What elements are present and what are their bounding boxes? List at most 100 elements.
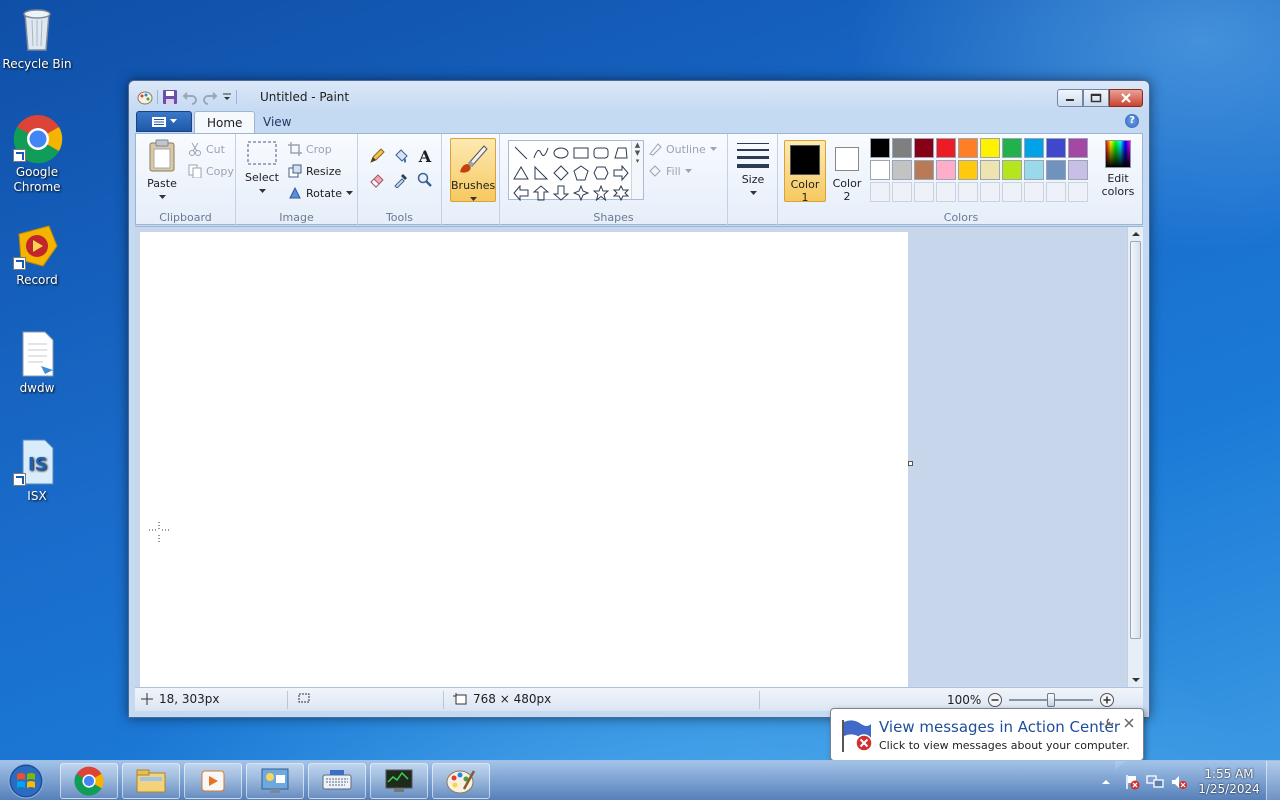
maximize-button[interactable] [1083, 89, 1109, 107]
palette-swatch[interactable] [870, 160, 890, 180]
vertical-scrollbar[interactable] [1127, 227, 1143, 687]
up-arrow-shape-icon[interactable] [531, 183, 551, 203]
palette-swatch[interactable] [1002, 138, 1022, 158]
size-button[interactable]: Size [732, 140, 774, 199]
custom-color-slot[interactable] [936, 182, 956, 202]
crop-button[interactable]: Crop [288, 140, 332, 158]
paste-button[interactable]: Paste [142, 138, 182, 203]
action-center-notification[interactable]: View messages in Action Center Click to … [830, 708, 1144, 770]
oval-shape-icon[interactable] [551, 143, 571, 163]
taskbar-task-manager-button[interactable] [370, 763, 428, 799]
taskbar-paint-button[interactable] [432, 763, 490, 799]
taskbar-media-player-button[interactable] [184, 763, 242, 799]
show-hidden-icons-chevron-icon[interactable] [1101, 777, 1111, 787]
taskbar-onscreen-keyboard-button[interactable] [308, 763, 366, 799]
action-center-tray-icon[interactable] [1124, 774, 1140, 790]
scroll-up-icon[interactable] [1129, 229, 1143, 239]
desktop-icon-google-chrome[interactable]: Google Chrome [0, 114, 74, 195]
zoom-out-icon[interactable] [987, 692, 1003, 708]
pentagon-shape-icon[interactable] [571, 163, 591, 183]
magnifier-button[interactable] [414, 170, 436, 190]
desktop-icon-isx[interactable]: IS ISX [0, 438, 74, 504]
color1-button[interactable]: Color 1 [784, 140, 826, 204]
line-shape-icon[interactable] [511, 143, 531, 163]
desktop-icon-dwdw[interactable]: dwdw [0, 330, 74, 396]
zoom-slider-thumb[interactable] [1047, 693, 1056, 707]
right-triangle-shape-icon[interactable] [531, 163, 551, 183]
down-arrow-shape-icon[interactable] [551, 183, 571, 203]
network-icon[interactable] [1146, 774, 1164, 790]
rotate-button[interactable]: Rotate [288, 184, 354, 202]
pencil-tool-button[interactable] [366, 146, 388, 166]
palette-swatch[interactable] [892, 160, 912, 180]
custom-color-slot[interactable] [1024, 182, 1044, 202]
custom-color-slot[interactable] [1046, 182, 1066, 202]
fill-tool-button[interactable] [390, 146, 412, 166]
taskbar-chrome-button[interactable] [60, 763, 118, 799]
resize-button[interactable]: Resize [288, 162, 341, 180]
taskbar-control-panel-button[interactable] [246, 763, 304, 799]
tab-view[interactable]: View [251, 111, 303, 133]
color2-button[interactable]: Color 2 [826, 140, 868, 203]
redo-icon[interactable] [202, 89, 218, 105]
hexagon-shape-icon[interactable] [591, 163, 611, 183]
polygon-shape-icon[interactable] [611, 143, 631, 163]
custom-color-slot[interactable] [958, 182, 978, 202]
zoom-in-icon[interactable] [1099, 692, 1115, 708]
outline-button[interactable]: Outline [648, 140, 717, 158]
left-arrow-shape-icon[interactable] [511, 183, 531, 203]
triangle-shape-icon[interactable] [511, 163, 531, 183]
palette-swatch[interactable] [1024, 138, 1044, 158]
scroll-down-icon[interactable] [1129, 675, 1143, 685]
custom-color-slot[interactable] [1002, 182, 1022, 202]
palette-swatch[interactable] [980, 138, 1000, 158]
palette-swatch[interactable] [936, 160, 956, 180]
custom-color-slot[interactable] [870, 182, 890, 202]
close-button[interactable] [1109, 89, 1143, 107]
four-point-star-shape-icon[interactable] [571, 183, 591, 203]
palette-swatch[interactable] [1024, 160, 1044, 180]
palette-swatch[interactable] [958, 160, 978, 180]
cut-button[interactable]: Cut [188, 140, 225, 158]
customize-qat-chevron-icon[interactable] [222, 89, 232, 105]
wrench-icon[interactable] [1103, 717, 1115, 729]
palette-swatch[interactable] [980, 160, 1000, 180]
palette-swatch[interactable] [914, 138, 934, 158]
five-point-star-shape-icon[interactable] [591, 183, 611, 203]
select-button[interactable]: Select [242, 140, 282, 197]
shapes-scrollbar[interactable]: ▲ ▼ ▾ [631, 141, 643, 199]
palette-swatch[interactable] [936, 138, 956, 158]
canvas-resize-handle[interactable] [908, 461, 913, 466]
palette-swatch[interactable] [1046, 160, 1066, 180]
taskbar-clock[interactable]: 1:55 AM 1/25/2024 [1196, 767, 1262, 797]
rounded-rectangle-shape-icon[interactable] [591, 143, 611, 163]
palette-swatch[interactable] [914, 160, 934, 180]
drawing-canvas[interactable] [140, 232, 908, 687]
taskbar-explorer-button[interactable] [122, 763, 180, 799]
custom-color-slot[interactable] [980, 182, 1000, 202]
notification-close-icon[interactable] [1123, 717, 1135, 729]
undo-icon[interactable] [182, 89, 198, 105]
palette-swatch[interactable] [892, 138, 912, 158]
title-bar[interactable]: Untitled - Paint [129, 81, 1149, 111]
custom-color-slot[interactable] [892, 182, 912, 202]
help-icon[interactable]: ? [1125, 114, 1139, 128]
desktop-icon-record[interactable]: Record [0, 222, 74, 288]
custom-color-slot[interactable] [1068, 182, 1088, 202]
curve-shape-icon[interactable] [531, 143, 551, 163]
paint-menu-button[interactable] [136, 111, 192, 132]
save-icon[interactable] [162, 89, 178, 105]
custom-color-slot[interactable] [914, 182, 934, 202]
diamond-shape-icon[interactable] [551, 163, 571, 183]
eraser-tool-button[interactable] [366, 170, 388, 190]
copy-button[interactable]: Copy [188, 162, 234, 180]
fill-button[interactable]: Fill [648, 162, 692, 180]
text-tool-button[interactable]: A [414, 146, 436, 166]
palette-swatch[interactable] [1002, 160, 1022, 180]
palette-swatch[interactable] [958, 138, 978, 158]
rectangle-shape-icon[interactable] [571, 143, 591, 163]
desktop-icon-recycle-bin[interactable]: Recycle Bin [0, 6, 74, 72]
six-point-star-shape-icon[interactable] [611, 183, 631, 203]
color-picker-button[interactable] [390, 170, 412, 190]
minimize-button[interactable] [1057, 89, 1083, 107]
